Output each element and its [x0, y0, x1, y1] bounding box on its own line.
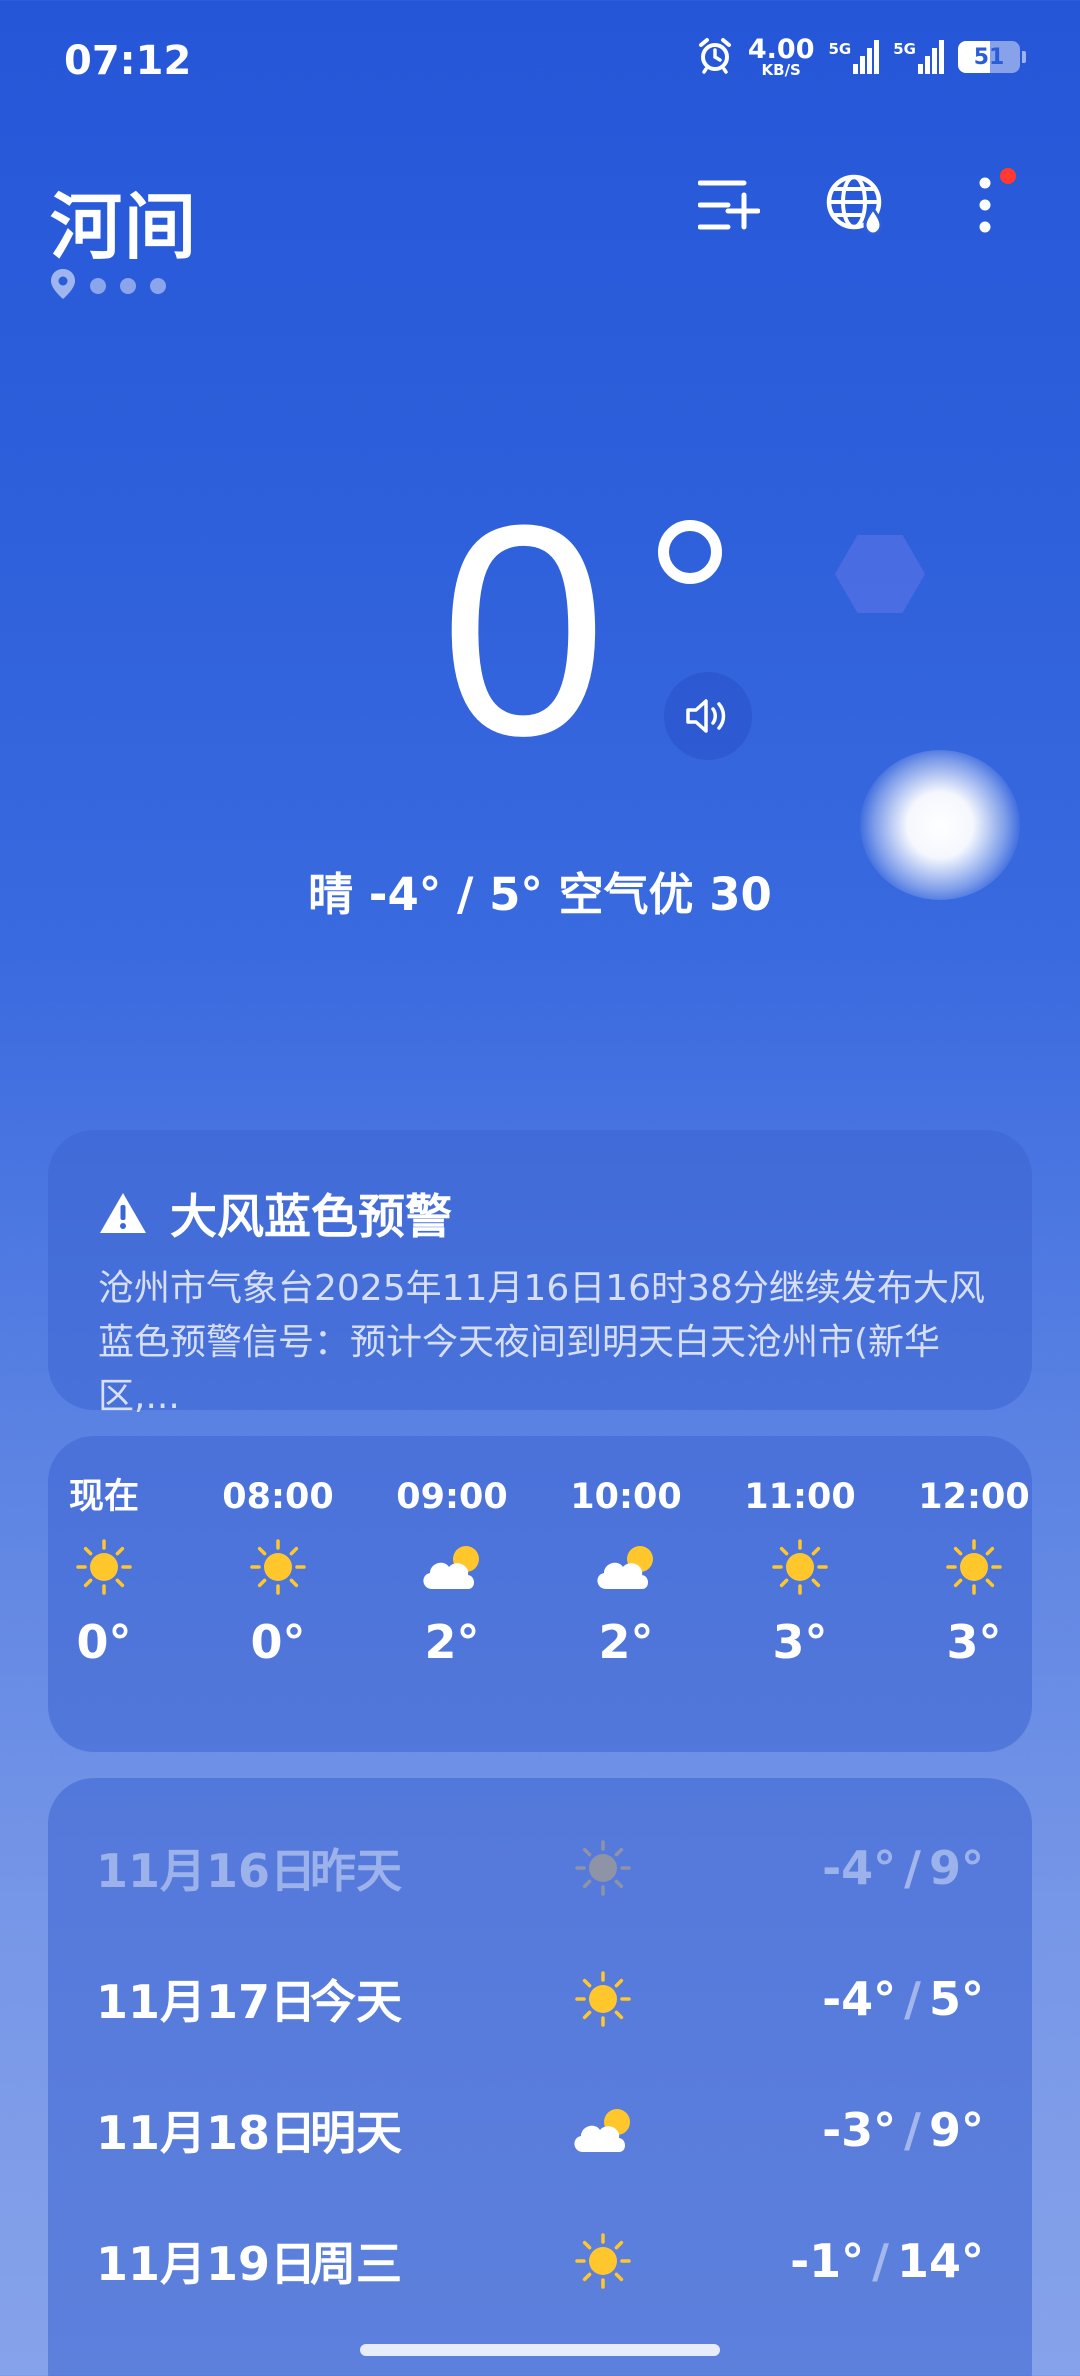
- alert-text: 沧州市气象台2025年11月16日16时38分继续发布大风蓝色预警信号：预计今天…: [98, 1268, 985, 1417]
- notification-dot: [1000, 168, 1016, 184]
- daily-low: -4°: [822, 1972, 897, 2026]
- hourly-item[interactable]: 08:00 0°: [208, 1472, 348, 1672]
- partly-cloudy-icon: [558, 2090, 648, 2170]
- sun-icon: [558, 2221, 648, 2301]
- warning-icon: [100, 1192, 146, 1233]
- page-dot: [90, 278, 106, 294]
- partly-cloudy-icon: [382, 1522, 522, 1612]
- hourly-temp: 2°: [424, 1615, 480, 1669]
- city-name[interactable]: 河间: [50, 168, 198, 273]
- sun-icon: [730, 1522, 870, 1612]
- hourly-time: 11:00: [744, 1477, 856, 1517]
- battery-icon: 51: [958, 41, 1026, 73]
- hourly-time: 现在: [68, 1477, 139, 1517]
- hourly-item[interactable]: 12:00 3°: [904, 1472, 1032, 1672]
- alert-title-row: 大风蓝色预警: [98, 1178, 452, 1247]
- daily-low: -4°: [822, 1841, 897, 1895]
- current-temperature: 0: [440, 462, 607, 798]
- page-indicator: [50, 268, 166, 304]
- manage-cities-button[interactable]: [694, 170, 764, 240]
- more-options-button[interactable]: [950, 168, 1020, 240]
- lens-flare: [835, 535, 925, 613]
- globe-icon: [826, 174, 883, 236]
- hourly-temp: 2°: [598, 1615, 654, 1669]
- daily-temp-range: -4°/5°: [822, 1972, 984, 2026]
- sun-icon: [558, 1959, 648, 2039]
- signal-icon-sim1: 5G: [829, 40, 880, 74]
- weather-alert-card[interactable]: 大风蓝色预警 沧州市气象台2025年11月16日16时38分继续发布大风蓝色预警…: [48, 1130, 1032, 1417]
- status-time: 07:12: [64, 38, 192, 84]
- daily-row[interactable]: 11月19日 周三 -1°/14°: [48, 2221, 1032, 2301]
- range-separator: /: [904, 2103, 921, 2157]
- alarm-icon: [696, 36, 734, 78]
- daily-high: 14°: [896, 2234, 984, 2288]
- network-speed-value: 4.00: [747, 34, 815, 65]
- daily-row[interactable]: 11月17日 今天 -4°/5°: [48, 1959, 1032, 2039]
- daily-weekday: 明天: [310, 2106, 402, 2160]
- sun-icon: [208, 1522, 348, 1612]
- daily-weekday: 昨天: [310, 1844, 402, 1898]
- location-pin-icon: [50, 268, 76, 304]
- daily-low: -1°: [790, 2234, 865, 2288]
- page-dot: [150, 278, 166, 294]
- status-icons: 4.00 KB/S 5G 5G 51: [696, 36, 1026, 78]
- daily-temp-range: -4°/9°: [822, 1841, 984, 1895]
- global-weather-button[interactable]: [822, 170, 892, 240]
- hourly-time: 08:00: [222, 1477, 334, 1517]
- signal-label-sim2: 5G: [893, 40, 916, 58]
- speaker-icon: [686, 699, 726, 733]
- signal-icon-sim2: 5G: [893, 40, 944, 74]
- hourly-item[interactable]: 10:00 2°: [556, 1472, 696, 1672]
- daily-low: -3°: [822, 2103, 897, 2157]
- daily-date: 11月18日: [96, 2106, 317, 2160]
- daily-high: 5°: [928, 1972, 984, 2026]
- daily-weekday: 周三: [310, 2237, 402, 2291]
- daily-date: 11月16日: [96, 1844, 317, 1898]
- page-dot: [120, 278, 136, 294]
- daily-date: 11月17日: [96, 1975, 317, 2029]
- battery-level: 51: [973, 44, 1005, 70]
- range-separator: /: [904, 1841, 921, 1895]
- list-add-icon: [698, 180, 760, 230]
- hourly-item[interactable]: 09:00 2°: [382, 1472, 522, 1672]
- network-speed-unit: KB/S: [761, 61, 801, 79]
- daily-date: 11月19日: [96, 2237, 317, 2291]
- hourly-time: 10:00: [570, 1477, 682, 1517]
- daily-high: 9°: [928, 1841, 984, 1895]
- daily-row[interactable]: 11月18日 明天 -3°/9°: [48, 2090, 1032, 2170]
- daily-row[interactable]: 11月16日 昨天 -4°/9°: [48, 1828, 1032, 1908]
- alert-title: 大风蓝色预警: [170, 1190, 452, 1245]
- range-separator: /: [904, 1972, 921, 2026]
- degree-symbol: [658, 520, 722, 584]
- daily-weekday: 今天: [310, 1975, 402, 2029]
- hourly-temp: 0°: [76, 1615, 132, 1669]
- sun-icon: [558, 1828, 648, 1908]
- hourly-temp: 0°: [250, 1615, 306, 1669]
- home-indicator[interactable]: [360, 2344, 720, 2356]
- hourly-item[interactable]: 现在 0°: [48, 1472, 174, 1672]
- daily-temp-range: -3°/9°: [822, 2103, 984, 2157]
- more-vertical-icon: [979, 177, 991, 233]
- daily-high: 9°: [928, 2103, 984, 2157]
- daily-temp-range: -1°/14°: [790, 2234, 984, 2288]
- voice-broadcast-button[interactable]: [664, 672, 752, 760]
- hourly-item[interactable]: 11:00 3°: [730, 1472, 870, 1672]
- daily-forecast-card[interactable]: 11月16日 昨天 -4°/9° 11月17日 今天 -4°/5° 11月18日 明天 -3° /…: [48, 1778, 1032, 2376]
- signal-label-sim1: 5G: [828, 40, 852, 58]
- sun-icon: [48, 1522, 174, 1612]
- hourly-forecast-card[interactable]: 现在 0° 08:00 0° 09:00 2° 10:00 2° 11:00 3° 12:00 3°: [48, 1436, 1032, 1752]
- network-speed: 4.00 KB/S: [748, 36, 815, 78]
- hourly-temp: 3°: [772, 1615, 828, 1669]
- hourly-time: 12:00: [918, 1477, 1030, 1517]
- range-separator: /: [872, 2234, 889, 2288]
- partly-cloudy-icon: [556, 1522, 696, 1612]
- sun-icon: [904, 1522, 1032, 1612]
- hourly-temp: 3°: [946, 1615, 1002, 1669]
- weather-summary[interactable]: 晴 -4° / 5° 空气优 30: [0, 858, 1080, 923]
- hourly-time: 09:00: [396, 1477, 508, 1517]
